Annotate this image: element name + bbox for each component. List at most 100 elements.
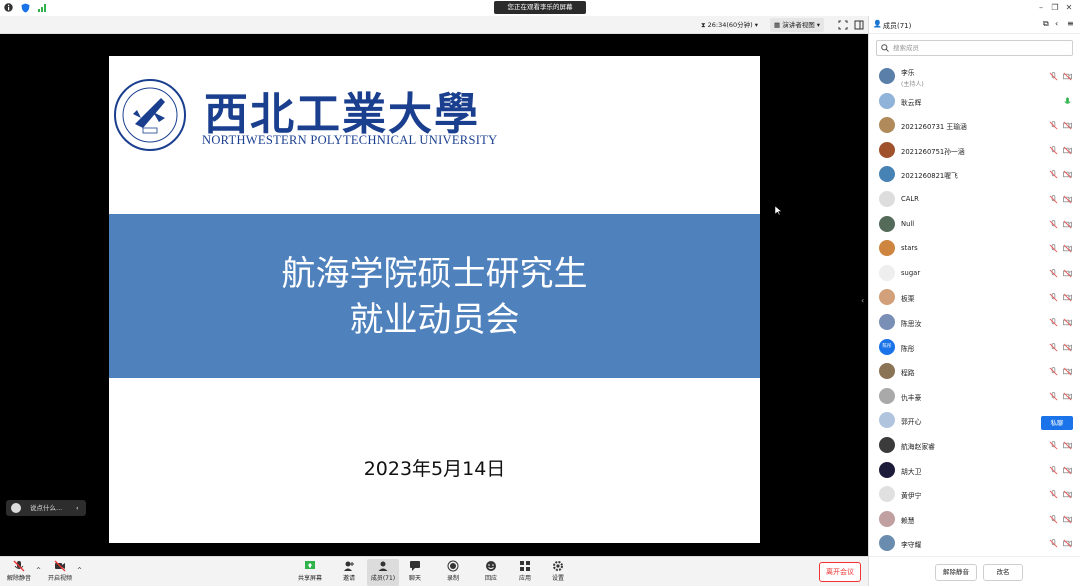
mic-muted-icon[interactable] bbox=[1049, 293, 1058, 302]
camera-off-icon[interactable] bbox=[1063, 318, 1072, 327]
member-row[interactable]: stars bbox=[869, 237, 1080, 261]
members-button[interactable]: 成员(71) bbox=[367, 559, 399, 586]
mouse-cursor-icon bbox=[775, 206, 783, 216]
member-row[interactable]: 陈思汝 bbox=[869, 311, 1080, 335]
camera-off-icon[interactable] bbox=[1063, 269, 1072, 278]
member-row[interactable]: 陈彤 陈彤 bbox=[869, 336, 1080, 360]
menu-icon[interactable]: ≡ bbox=[1067, 19, 1074, 28]
camera-off-icon[interactable] bbox=[1063, 293, 1072, 302]
meeting-timer[interactable]: ⧗ 26:34(60分钟) ▾ bbox=[697, 18, 762, 32]
signal-icon bbox=[38, 4, 46, 12]
member-row[interactable]: 李乐 (主持人) bbox=[869, 65, 1080, 89]
member-row[interactable]: Null bbox=[869, 213, 1080, 237]
member-name: 2021260821喔飞 bbox=[901, 172, 958, 181]
member-search-input[interactable]: 搜索成员 bbox=[876, 40, 1073, 56]
hide-panel-icon[interactable]: ‹ bbox=[1055, 19, 1058, 28]
avatar bbox=[879, 141, 895, 158]
chevron-up-icon[interactable]: ^ bbox=[36, 567, 41, 574]
record-button[interactable]: 录制 bbox=[438, 559, 468, 586]
restore-icon[interactable]: ❐ bbox=[1050, 3, 1060, 13]
leave-meeting-button[interactable]: 离开会议 bbox=[819, 562, 861, 582]
unmute-button[interactable]: 解除静音 bbox=[3, 559, 35, 586]
avatar bbox=[879, 412, 895, 429]
university-seal-logo bbox=[114, 79, 186, 151]
mic-muted-icon[interactable] bbox=[1049, 441, 1058, 450]
member-row[interactable]: 2021260821喔飞 bbox=[869, 163, 1080, 187]
member-row[interactable]: 李守耀 bbox=[869, 532, 1080, 556]
sidebar-toggle-icon[interactable] bbox=[854, 20, 864, 30]
camera-off-icon[interactable] bbox=[1063, 490, 1072, 499]
avatar bbox=[879, 68, 895, 84]
mic-muted-icon[interactable] bbox=[1049, 514, 1058, 524]
camera-off-icon[interactable] bbox=[1063, 441, 1072, 450]
share-screen-button[interactable]: 共享屏幕 bbox=[295, 559, 325, 586]
settings-button[interactable]: 设置 bbox=[543, 559, 573, 586]
camera-off-icon[interactable] bbox=[1063, 367, 1072, 376]
member-row[interactable]: 仇丰豪 bbox=[869, 385, 1080, 409]
shield-icon[interactable] bbox=[21, 3, 30, 13]
avatar bbox=[879, 387, 895, 404]
camera-off-icon[interactable] bbox=[1063, 195, 1072, 204]
member-row[interactable]: 2021260731 王瑜涵 bbox=[869, 114, 1080, 138]
invite-button[interactable]: 邀请 bbox=[334, 559, 364, 586]
mic-muted-icon[interactable] bbox=[1049, 367, 1058, 376]
member-row[interactable]: 2021260751孙一涵 bbox=[869, 139, 1080, 163]
mic-muted-icon[interactable] bbox=[1049, 342, 1058, 352]
mic-muted-icon[interactable] bbox=[1049, 268, 1058, 278]
private-chat-button[interactable]: 私聊 bbox=[1041, 416, 1073, 430]
camera-off-icon[interactable] bbox=[1063, 220, 1072, 229]
popout-icon[interactable]: ⧉ bbox=[1043, 19, 1049, 29]
mic-muted-icon[interactable] bbox=[1049, 170, 1058, 179]
close-icon[interactable]: ✕ bbox=[1064, 3, 1074, 13]
camera-off-icon[interactable] bbox=[1063, 121, 1072, 130]
unmute-all-button[interactable]: 解除静音 bbox=[935, 564, 977, 581]
camera-off-icon[interactable] bbox=[1063, 515, 1072, 524]
avatar bbox=[879, 264, 895, 281]
mic-muted-icon[interactable] bbox=[1049, 391, 1058, 401]
chevron-up-icon[interactable]: ^ bbox=[77, 567, 82, 574]
camera-off-icon[interactable] bbox=[1063, 244, 1072, 253]
collapse-arrow-icon[interactable]: ‹ bbox=[861, 296, 864, 305]
rename-button[interactable]: 改名 bbox=[983, 564, 1023, 581]
member-row[interactable]: 板栗 bbox=[869, 286, 1080, 310]
fullscreen-icon[interactable] bbox=[838, 20, 848, 30]
chat-button[interactable]: 聊天 bbox=[400, 559, 430, 586]
camera-off-icon[interactable] bbox=[1063, 392, 1072, 401]
mic-muted-icon[interactable] bbox=[1049, 244, 1058, 253]
mic-muted-icon[interactable] bbox=[1049, 121, 1058, 130]
mic-muted-icon[interactable] bbox=[1049, 318, 1058, 327]
camera-off-icon[interactable] bbox=[1063, 343, 1072, 352]
camera-off-icon[interactable] bbox=[1063, 146, 1072, 155]
camera-off-icon[interactable] bbox=[1063, 170, 1072, 179]
member-row[interactable]: CALR bbox=[869, 188, 1080, 212]
member-row[interactable]: 程路 bbox=[869, 360, 1080, 384]
view-mode-button[interactable]: ▦ 演讲者视图 ▾ bbox=[770, 18, 825, 32]
mic-muted-icon[interactable] bbox=[1049, 195, 1058, 204]
hourglass-icon: ⧗ bbox=[701, 21, 708, 29]
member-row[interactable]: sugar bbox=[869, 262, 1080, 286]
mic-muted-icon[interactable] bbox=[1049, 72, 1058, 81]
avatar bbox=[879, 191, 895, 207]
mic-muted-icon[interactable] bbox=[1049, 465, 1058, 475]
camera-off-icon[interactable] bbox=[1063, 539, 1072, 548]
member-row[interactable]: 赖慧 bbox=[869, 508, 1080, 532]
member-row[interactable]: 航海赵家睿 bbox=[869, 434, 1080, 458]
start-video-button[interactable]: 开启视频 bbox=[44, 559, 76, 586]
member-name: 陈思汝 bbox=[901, 320, 922, 328]
info-icon[interactable] bbox=[4, 3, 13, 12]
chevron-left-icon[interactable]: ‹ bbox=[76, 500, 79, 516]
member-row[interactable]: 黄伊宁 bbox=[869, 483, 1080, 507]
apps-button[interactable]: 应用 bbox=[510, 559, 540, 586]
camera-off-icon[interactable] bbox=[1063, 72, 1072, 81]
members-icon: 👤 bbox=[873, 20, 882, 28]
member-row[interactable]: 胡大卫 bbox=[869, 459, 1080, 483]
mic-muted-icon[interactable] bbox=[1049, 219, 1058, 229]
camera-off-icon[interactable] bbox=[1063, 466, 1072, 475]
minimize-icon[interactable]: – bbox=[1036, 3, 1046, 13]
member-row[interactable]: 耿云辉 bbox=[869, 90, 1080, 114]
reactions-button[interactable]: 回应 bbox=[476, 559, 506, 586]
mic-muted-icon[interactable] bbox=[1049, 539, 1058, 548]
mic-muted-icon[interactable] bbox=[1049, 490, 1058, 499]
mic-muted-icon[interactable] bbox=[1049, 145, 1058, 155]
chat-preview[interactable]: 说点什么... ‹ bbox=[6, 500, 86, 516]
